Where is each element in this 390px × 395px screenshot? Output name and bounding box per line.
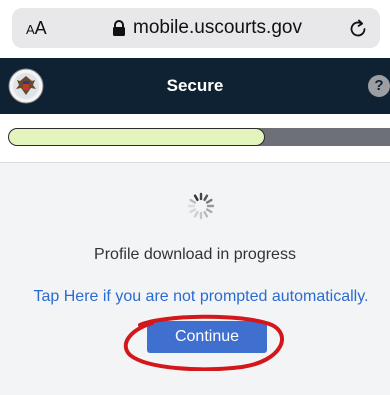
not-prompted-link[interactable]: Tap Here if you are not prompted automat…	[0, 288, 390, 306]
progress-section	[0, 114, 390, 163]
help-icon[interactable]: ?	[368, 75, 390, 97]
download-status-text: Profile download in progress	[94, 246, 296, 263]
app-header: Secure ?	[0, 58, 390, 114]
download-progress-fill	[8, 128, 265, 146]
loading-spinner-icon	[187, 192, 215, 220]
reload-icon[interactable]	[346, 16, 370, 40]
download-progress-bar	[8, 128, 390, 146]
text-size-large-label: A	[34, 18, 47, 38]
domain-text: mobile.uscourts.gov	[133, 17, 302, 38]
text-size-small-label: A	[26, 22, 35, 37]
text-size-button[interactable]: AA	[26, 18, 47, 39]
main-content: Profile download in progress Tap Here if…	[0, 163, 390, 395]
domain-display[interactable]: mobile.uscourts.gov	[112, 17, 302, 39]
url-field[interactable]: AA mobile.uscourts.gov	[12, 8, 380, 48]
lock-icon	[113, 20, 125, 36]
continue-button[interactable]: Continue	[147, 321, 267, 353]
browser-address-bar: AA mobile.uscourts.gov	[0, 0, 390, 58]
header-title: Secure	[166, 76, 224, 95]
